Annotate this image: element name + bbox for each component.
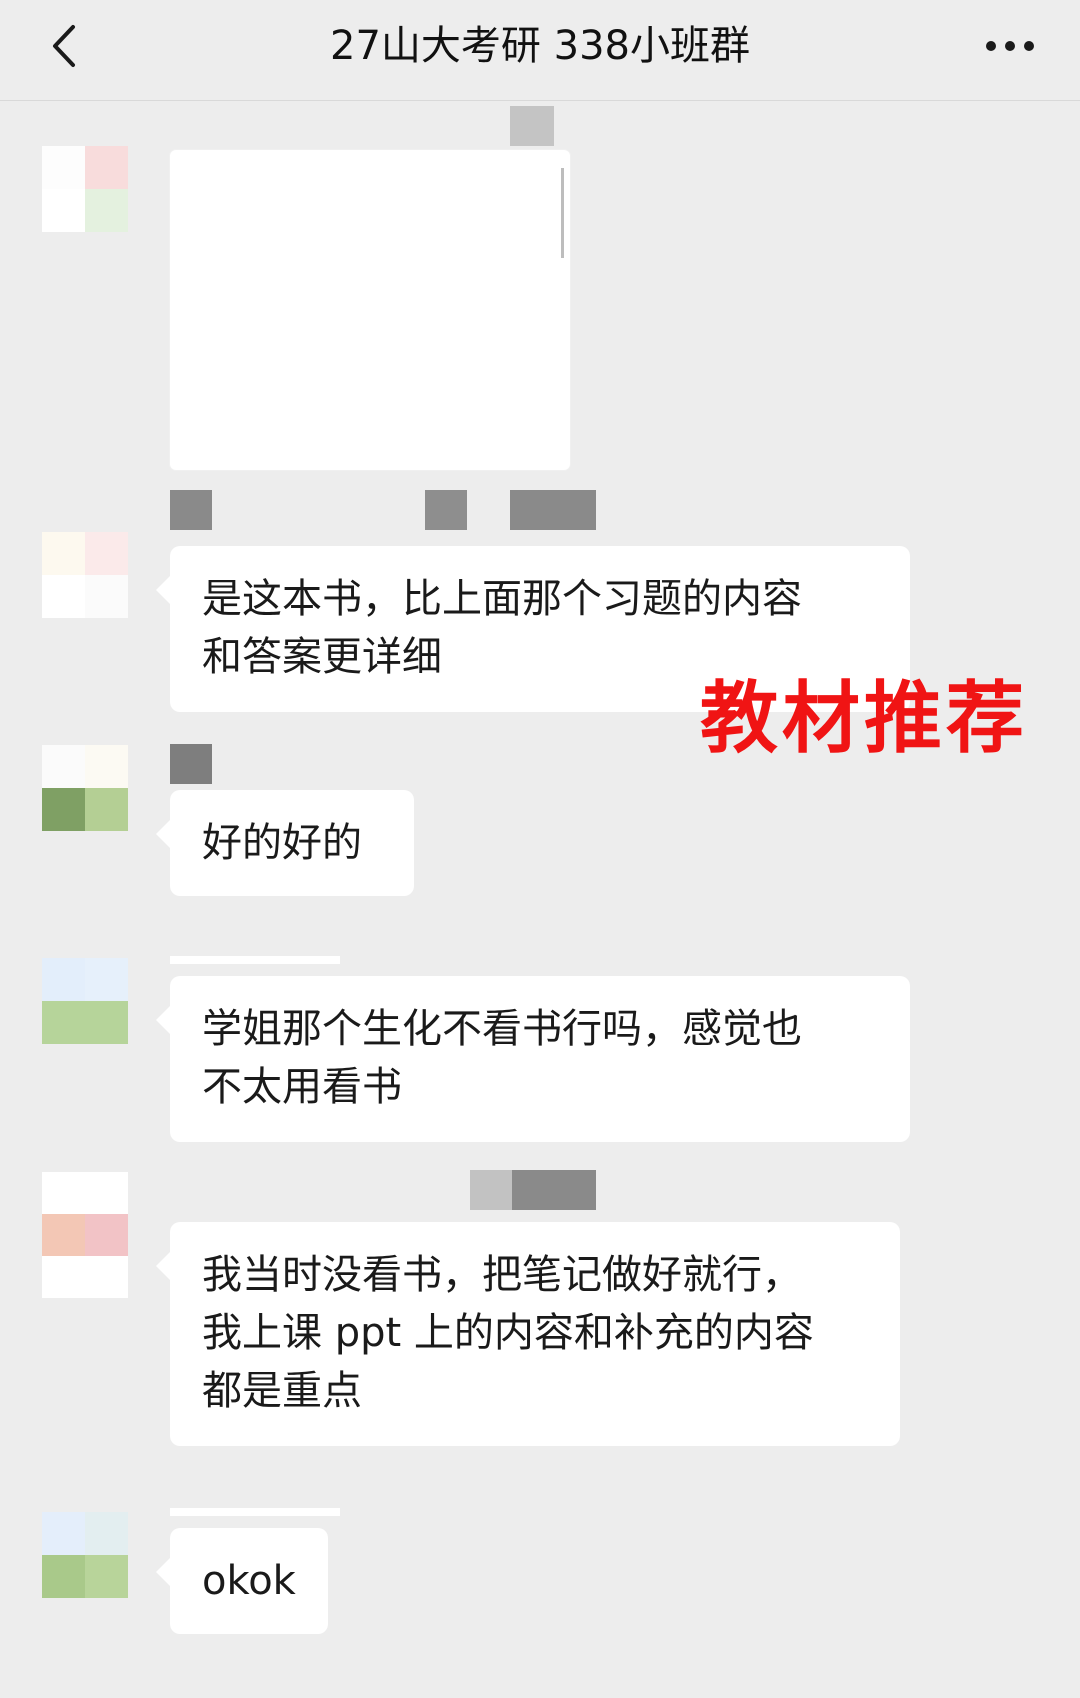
- sender-name-blurred: [170, 1508, 340, 1516]
- overlay-label: 教材推荐: [700, 674, 1029, 764]
- more-horizontal-icon: [986, 41, 1034, 51]
- message-bubble[interactable]: 好的好的: [156, 790, 414, 896]
- message-line: 都是重点: [202, 1368, 362, 1414]
- message-line: 不太用看书: [202, 1064, 402, 1110]
- chat-header: 27山大考研 338小班群: [0, 0, 1080, 101]
- sender-name-blurred: [512, 1170, 596, 1210]
- message-bubble[interactable]: 我当时没看书，把笔记做好就行， 我上课 ppt 上的内容和补充的内容 都是重点: [156, 1222, 900, 1446]
- message-line: okok: [202, 1558, 296, 1604]
- chat-title: 27山大考研 338小班群: [330, 23, 750, 69]
- sender-name-blurred: [510, 490, 596, 530]
- chevron-left-icon: [53, 25, 75, 67]
- avatar[interactable]: [42, 532, 128, 618]
- sender-name-blurred: [170, 490, 212, 530]
- message-bubble[interactable]: 学姐那个生化不看书行吗，感觉也 不太用看书: [156, 976, 910, 1142]
- avatar[interactable]: [42, 1512, 128, 1598]
- sender-name-blurred: [510, 106, 554, 146]
- more-button[interactable]: [978, 22, 1042, 70]
- avatar[interactable]: [42, 1172, 128, 1298]
- sender-name-blurred: [425, 490, 467, 530]
- message-line: 我当时没看书，把笔记做好就行，: [202, 1252, 802, 1298]
- sender-name-blurred: [470, 1170, 512, 1210]
- avatar[interactable]: [42, 958, 128, 1044]
- message-line: 是这本书，比上面那个习题的内容: [202, 576, 802, 622]
- back-button[interactable]: [34, 16, 94, 76]
- message-line: 我上课 ppt 上的内容和补充的内容: [202, 1310, 814, 1356]
- sender-name-blurred: [170, 956, 340, 964]
- message-line: 好的好的: [202, 820, 362, 866]
- sender-name-blurred: [170, 744, 212, 784]
- avatar[interactable]: [42, 146, 128, 232]
- image-edge-decoration: [561, 168, 564, 258]
- image-message[interactable]: [170, 150, 570, 470]
- avatar-lower: [42, 788, 128, 831]
- message-bubble[interactable]: okok: [156, 1528, 328, 1634]
- message-line: 学姐那个生化不看书行吗，感觉也: [202, 1006, 802, 1052]
